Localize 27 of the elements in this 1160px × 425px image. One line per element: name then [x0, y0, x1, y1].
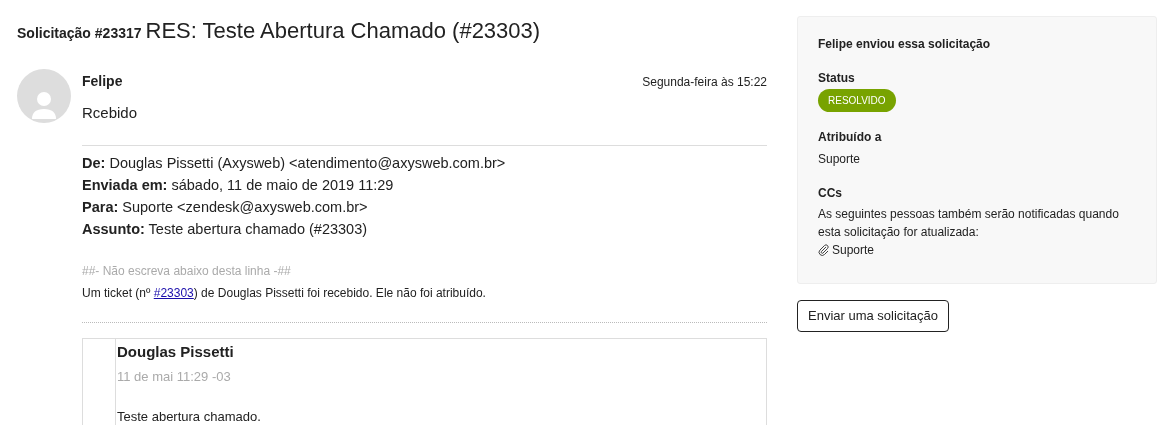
- quote-text: Teste abertura chamado.: [117, 407, 261, 425]
- request-number: Solicitação #23317: [17, 24, 142, 43]
- assignee: Suporte: [818, 151, 862, 168]
- author-name: Felipe: [82, 72, 123, 91]
- ccs-note: As seguintes pessoas também serão notificadas quando esta solicitação for atualizada:: [818, 206, 1120, 241]
- mail-header-line: Enviada em: sábado, 11 de maio de 2019 11:29: [82, 175, 395, 195]
- status-badge: RESOLVIDO: [818, 89, 896, 112]
- assigned-label: Atribuído a: [818, 129, 883, 146]
- submit-request-button[interactable]: Enviar uma solicitação: [797, 300, 950, 332]
- panel-title: Felipe enviou essa solicitação: [818, 36, 992, 53]
- quote-time: 11 de mai 11:29 -03: [117, 368, 232, 386]
- comment-time: Segunda-feira às 15:22: [642, 73, 767, 91]
- paperclip-icon: [818, 244, 830, 256]
- quote-author: Douglas Pissetti: [117, 341, 235, 362]
- mail-header-line: Para: Suporte <zendesk@axysweb.com.br>: [82, 197, 369, 217]
- ticket-link[interactable]: #23303: [153, 285, 194, 300]
- mail-header-line: Assunto: Teste abertura chamado (#23303): [82, 219, 369, 239]
- comment-text: Rcebido: [82, 103, 139, 123]
- avatar-icon: [17, 69, 71, 123]
- notice-text: ) de Douglas Pissetti foi recebido. Ele não foi atribuído.: [193, 285, 486, 300]
- notice-text: Um ticket (nº: [82, 285, 152, 300]
- mail-header-line: De: Douglas Pissetti (Axysweb) <atendimento@axysweb.com.br>: [82, 153, 507, 173]
- ccs-label: CCs: [818, 185, 843, 202]
- status-label: Status: [818, 70, 856, 87]
- reply-marker: ##- Não escreva abaixo desta linha -##: [82, 262, 292, 280]
- cc-person: Suporte: [832, 242, 875, 259]
- request-title: RES: Teste Abertura Chamado (#23303): [145, 17, 541, 45]
